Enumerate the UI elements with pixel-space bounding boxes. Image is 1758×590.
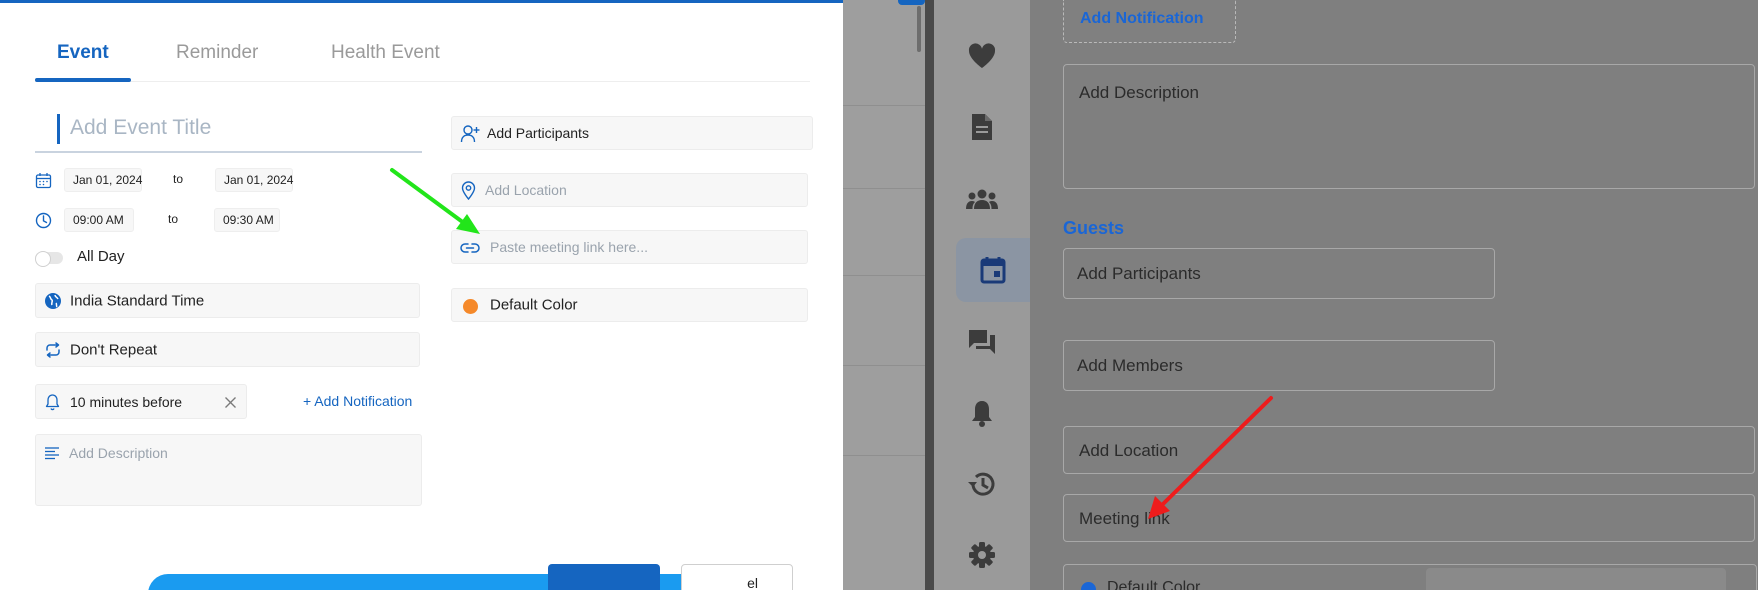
all-day-toggle[interactable] — [35, 251, 63, 267]
repeat-select[interactable]: Don't Repeat — [35, 332, 420, 367]
cancel-button[interactable]: el — [681, 564, 793, 590]
globe-icon — [45, 293, 61, 309]
calendar-icon — [35, 173, 52, 189]
event-title-input[interactable]: Add Event Title — [35, 110, 422, 153]
tab-health-event[interactable]: Health Event — [331, 42, 440, 64]
app-sidebar — [934, 0, 1030, 590]
chat-icon — [969, 330, 995, 354]
sidebar-item-notifications[interactable] — [934, 381, 1030, 445]
color-select[interactable]: Default Color — [451, 288, 808, 322]
description-placeholder: Add Description — [1079, 83, 1200, 102]
background-overlay — [843, 0, 928, 590]
timezone-select[interactable]: India Standard Time — [35, 283, 420, 318]
description-placeholder: Add Description — [69, 445, 168, 461]
repeat-value: Don't Repeat — [70, 341, 158, 358]
bell-icon — [972, 401, 992, 427]
tab-reminder[interactable]: Reminder — [176, 42, 258, 64]
heart-icon — [968, 43, 996, 68]
screen-divider — [925, 0, 934, 590]
meeting-link-placeholder: Paste meeting link here... — [490, 239, 648, 255]
group-icon — [966, 189, 998, 209]
save-button[interactable] — [548, 564, 660, 590]
sidebar-item-settings[interactable] — [934, 523, 1030, 587]
sidebar-item-messages[interactable] — [934, 310, 1030, 374]
sidebar-item-health[interactable] — [934, 24, 1030, 88]
color-swatch — [463, 299, 478, 314]
sidebar-item-documents[interactable] — [934, 95, 1030, 159]
meeting-link-input[interactable]: Meeting link — [1063, 494, 1755, 542]
bell-icon — [45, 394, 60, 411]
time-to-label: to — [168, 212, 179, 226]
add-person-icon — [460, 125, 480, 143]
end-time-field[interactable]: 09:30 AM — [214, 208, 280, 232]
active-tab-indicator — [35, 78, 131, 82]
sidebar-item-groups[interactable] — [934, 167, 1030, 231]
end-date-field[interactable]: Jan 01, 2024 — [215, 168, 293, 192]
document-icon — [972, 114, 992, 140]
text-caret — [57, 114, 60, 144]
add-notification-label: Add Notification — [1080, 10, 1204, 27]
sidebar-item-history[interactable] — [934, 452, 1030, 516]
clock-icon — [35, 212, 52, 229]
add-participants-label: Add Participants — [487, 125, 589, 141]
start-time-field[interactable]: 09:00 AM — [64, 208, 134, 232]
event-tabs: Event Reminder Health Event — [35, 30, 810, 82]
dialog-top-bar — [0, 0, 843, 3]
members-input[interactable]: Add Members — [1063, 340, 1495, 391]
notification-value: 10 minutes before — [70, 393, 183, 410]
participants-placeholder: Add Participants — [1077, 264, 1201, 283]
background-accent — [898, 0, 925, 5]
location-pin-icon — [461, 181, 476, 200]
add-notification-link[interactable]: + Add Notification — [303, 393, 412, 409]
history-icon — [968, 472, 995, 496]
scrollbar-thumb[interactable] — [917, 6, 921, 52]
date-to-label: to — [173, 172, 184, 186]
calendar-icon — [980, 257, 1006, 284]
notification-select[interactable]: 10 minutes before — [35, 384, 247, 419]
event-form-panel: Add Notification Add Description Guests … — [1030, 0, 1758, 590]
event-dialog: Event Reminder Health Event Add Event Ti… — [0, 0, 843, 590]
tab-event[interactable]: Event — [57, 42, 109, 64]
location-placeholder: Add Location — [1079, 441, 1179, 460]
close-icon[interactable] — [224, 396, 237, 409]
color-swatch — [1081, 582, 1096, 590]
all-day-label: All Day — [77, 248, 125, 265]
add-participants-field[interactable]: Add Participants — [451, 116, 813, 150]
participants-input[interactable]: Add Participants — [1063, 248, 1495, 299]
add-notification-button[interactable]: Add Notification — [1063, 0, 1236, 43]
guests-heading: Guests — [1063, 218, 1125, 238]
link-icon — [460, 243, 480, 253]
text-align-icon — [45, 447, 59, 460]
members-placeholder: Add Members — [1077, 356, 1183, 375]
start-date-field[interactable]: Jan 01, 2024 — [64, 168, 142, 192]
color-label: Default Color — [490, 296, 578, 314]
add-location-field[interactable]: Add Location — [451, 173, 808, 207]
repeat-icon — [46, 342, 60, 358]
add-location-placeholder: Add Location — [485, 182, 567, 198]
meeting-link-placeholder: Meeting link — [1079, 509, 1170, 528]
cancel-button-label: el — [747, 575, 758, 590]
location-input[interactable]: Add Location — [1063, 426, 1755, 474]
sidebar-item-calendar[interactable] — [956, 238, 1030, 302]
meeting-link-input[interactable]: Paste meeting link here... — [451, 230, 808, 264]
toast-placeholder — [1426, 568, 1726, 590]
description-textarea[interactable]: Add Description — [35, 434, 422, 506]
event-title-placeholder: Add Event Title — [70, 116, 212, 139]
description-textarea[interactable]: Add Description — [1063, 64, 1755, 189]
color-label: Default Color — [1107, 579, 1201, 590]
timezone-value: India Standard Time — [70, 292, 205, 309]
gear-icon — [969, 542, 995, 568]
